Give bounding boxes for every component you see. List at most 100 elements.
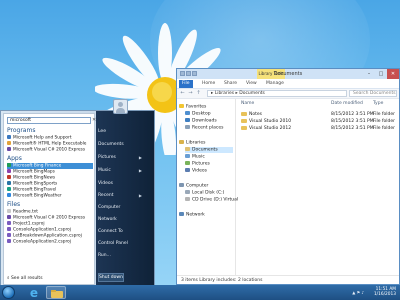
nav-label: Recent places [192,125,224,131]
folder-icon [241,111,247,116]
file-date: 8/15/2012 3:51 PM [331,112,374,117]
nav-documents[interactable]: Documents [185,147,233,153]
back-arrow-icon[interactable]: ← [179,90,186,97]
search-documents-input[interactable]: Search Documents [349,90,397,97]
forward-arrow-icon[interactable]: → [187,90,194,97]
clear-search-icon[interactable]: ✕ [92,117,97,124]
file-name: Notes [249,112,262,117]
start-right-user[interactable]: Lee [98,128,154,136]
start-right-run[interactable]: Run... [98,252,154,260]
start-right-recent[interactable]: Recent ▶ [98,192,154,200]
csproj-file-icon [7,221,11,225]
nav-desktop[interactable]: Desktop [185,111,211,117]
maximize-button[interactable]: □ [375,69,387,79]
result-item[interactable]: ConsoleApplication2.csproj [7,239,93,245]
start-button[interactable] [2,286,15,299]
chevron-right-icon: ▶ [138,155,142,160]
nav-pictures[interactable]: Pictures [185,161,210,167]
music-icon [185,154,190,158]
result-label: Microsoft Help and Support [13,135,72,141]
nav-label: Libraries [186,140,206,146]
visual-csharp-icon [7,215,11,219]
nav-videos[interactable]: Videos [185,168,207,174]
file-row[interactable]: Visual Studio 2012 8/15/2012 3:51 PM Fil… [237,125,399,132]
start-right-connect-to[interactable]: Connect To [98,228,154,236]
group-programs: Programs [7,127,36,134]
start-search-input[interactable]: microsoft [7,117,91,124]
avatar-body [116,108,125,113]
column-type[interactable]: Type [373,101,383,106]
nav-music[interactable]: Music [185,154,205,160]
result-label: Microsoft BingWeather [13,193,62,199]
minimize-button[interactable]: – [363,69,375,79]
nav-label: Favorites [186,104,207,110]
desktop-icon [185,111,190,115]
taskbar: e ▲ ⚑ ♪ 11:51 AM 1/16/2013 [0,285,400,300]
tab-share[interactable]: Share [221,80,240,88]
taskbar-file-explorer[interactable] [46,286,66,299]
disk-icon [185,190,190,194]
internet-explorer-icon: e [30,286,38,300]
result-label: Microsoft® HTML Help Executable [13,141,87,147]
nav-label: Videos [192,168,207,174]
clock[interactable]: 11:51 AM 1/16/2013 [366,287,396,297]
nav-network[interactable]: Network [179,212,205,218]
file-row[interactable]: Notes 8/15/2012 3:51 PM File folder [237,111,399,118]
address-bar[interactable]: ▸ Libraries ▸ Documents [207,90,347,97]
title-bar[interactable]: Library Tools Documents – □ ✕ [177,69,399,79]
tab-home[interactable]: Home [199,80,218,88]
start-right-documents[interactable]: Documents [98,141,154,149]
nav-downloads[interactable]: Downloads [185,118,217,124]
result-label: Microsoft Visual C# 2010 Express [13,147,86,153]
chevron-right-icon: ▶ [138,168,142,173]
taskbar-internet-explorer[interactable]: e [24,286,44,300]
tab-manage[interactable]: Manage [263,80,287,88]
nav-local-disk[interactable]: Local Disk (C:) [185,190,224,196]
user-avatar[interactable] [113,99,128,114]
result-label: ConsoleApplication2.csproj [13,239,71,245]
group-files: Files [7,201,21,208]
nav-label: Computer [186,183,209,189]
nav-label: Network [186,212,205,218]
folder-icon [241,118,247,123]
nav-label: Local Disk (C:) [192,190,225,196]
start-right-computer[interactable]: Computer [98,204,154,212]
start-right-music[interactable]: Music ▶ [98,167,154,175]
start-right-control-panel[interactable]: Control Panel [98,240,154,248]
chevron-right-icon: ▶ [138,193,142,198]
file-date: 8/15/2012 3:51 PM [331,126,374,131]
bing-maps-icon [7,169,11,173]
nav-cd-drive[interactable]: CD Drive (D:) Virtual [185,197,238,203]
computer-icon [179,183,184,187]
bing-news-icon [7,175,11,179]
nav-computer[interactable]: Computer [179,183,208,189]
system-tray[interactable]: ▲ ⚑ ♪ [352,290,364,295]
file-name: Visual Studio 2012 [249,126,292,131]
window-controls: – □ ✕ [363,69,399,79]
nav-label: Desktop [192,111,211,117]
start-right-pictures[interactable]: Pictures ▶ [98,154,154,162]
bing-weather-icon [7,193,11,197]
column-name[interactable]: Name [241,101,254,106]
see-all-results-link[interactable]: ⌕ See all results [7,275,43,281]
nav-label: Music [192,154,205,160]
tab-file[interactable]: File [179,80,193,88]
start-right-network[interactable]: Network [98,216,154,224]
nav-libraries[interactable]: Libraries [179,140,205,146]
item-label: Recent [98,193,114,198]
file-row[interactable]: Visual Studio 2010 8/15/2012 3:51 PM Fil… [237,118,399,125]
file-list: Name Date modified Type Notes 8/15/2012 … [237,99,399,275]
column-date-modified[interactable]: Date modified [331,101,363,106]
up-arrow-icon[interactable]: ↑ [195,90,202,97]
result-item[interactable]: Microsoft BingWeather [7,193,93,199]
shutdown-button[interactable]: Shut down [98,273,124,282]
tab-view[interactable]: View [243,80,260,88]
nav-recent-places[interactable]: Recent places [185,125,223,131]
recent-places-icon [185,125,190,129]
close-button[interactable]: ✕ [387,69,399,79]
nav-favorites[interactable]: Favorites [179,104,206,110]
start-right-videos[interactable]: Videos [98,180,154,188]
result-item[interactable]: Microsoft Visual C# 2010 Express [7,147,93,153]
file-name: Visual Studio 2010 [249,119,292,124]
nav-label: Documents [192,147,218,153]
